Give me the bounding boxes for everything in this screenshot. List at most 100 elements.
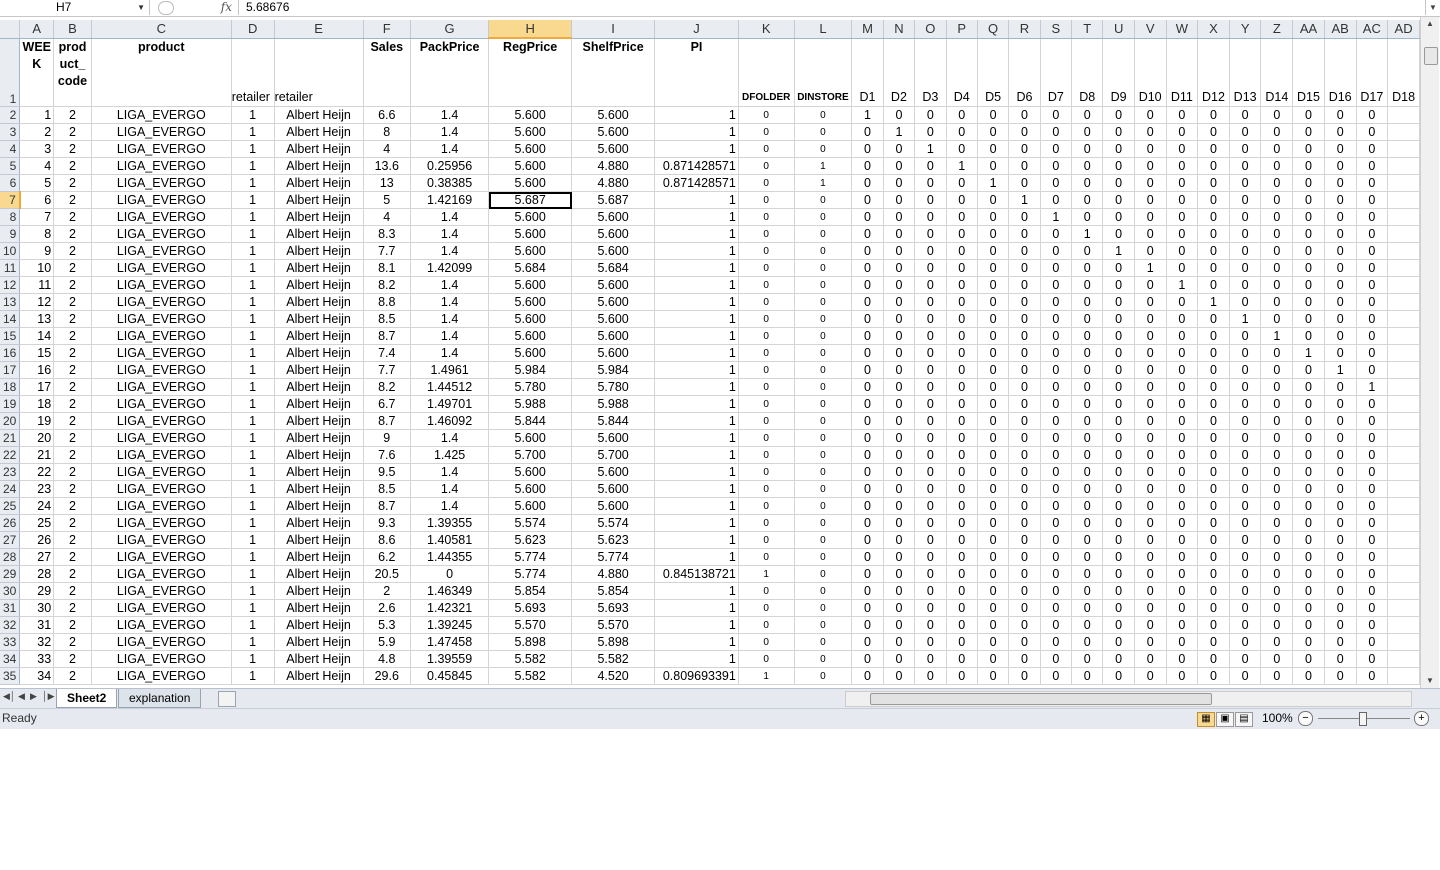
header-dummy[interactable]: D4 [946, 38, 978, 107]
cell-week[interactable]: 7 [19, 208, 55, 226]
cell-retailer-code[interactable]: 1 [231, 565, 275, 583]
cell-dummy[interactable]: 0 [1324, 565, 1357, 583]
cell-week[interactable]: 21 [19, 446, 55, 464]
cell-dummy[interactable]: 0 [1166, 429, 1199, 447]
cell-dummy[interactable]: 0 [977, 378, 1010, 396]
zoom-slider-thumb[interactable] [1359, 712, 1367, 726]
cell-dummy[interactable]: 0 [1008, 208, 1041, 226]
cell-retailer[interactable]: Albert Heijn [274, 650, 364, 668]
cell-dummy[interactable]: 0 [1134, 616, 1167, 634]
vertical-scroll-thumb[interactable] [1424, 47, 1438, 65]
cell-dummy[interactable]: 0 [851, 531, 884, 549]
cell-dummy[interactable]: 0 [977, 480, 1010, 498]
cell-dummy[interactable]: 0 [946, 650, 978, 668]
cell-dfolder[interactable]: 0 [738, 327, 795, 345]
cell-regprice[interactable]: 5.600 [488, 293, 573, 311]
cell-shelfprice[interactable]: 5.600 [571, 123, 656, 141]
cell-product-code[interactable]: 2 [53, 259, 92, 277]
cell-dummy[interactable]: 0 [851, 446, 884, 464]
cell-dummy[interactable]: 0 [1260, 582, 1294, 600]
cell-product-code[interactable]: 2 [53, 293, 92, 311]
cell-product[interactable]: LIGA_EVERGO [91, 667, 232, 685]
cell-dummy[interactable]: 1 [1008, 191, 1041, 209]
cell-dinstore[interactable]: 0 [794, 531, 853, 549]
cell-dinstore[interactable]: 0 [794, 429, 853, 447]
cell-dummy[interactable]: 0 [1040, 616, 1073, 634]
cell-product-code[interactable]: 2 [53, 361, 92, 379]
cell-dummy[interactable]: 0 [1260, 395, 1294, 413]
cell-dummy[interactable]: 0 [1008, 395, 1041, 413]
cell-regprice[interactable]: 5.600 [488, 327, 573, 345]
cell-product-code[interactable]: 2 [53, 446, 92, 464]
cell-dummy[interactable]: 0 [977, 650, 1010, 668]
cell-dummy[interactable]: 0 [1197, 599, 1230, 617]
cell-week[interactable]: 12 [19, 293, 55, 311]
cell-product[interactable]: LIGA_EVERGO [91, 191, 232, 209]
cell-dummy[interactable]: 0 [1134, 174, 1167, 192]
cell-dummy[interactable]: 0 [1292, 395, 1325, 413]
cell-product-code[interactable]: 2 [53, 497, 92, 515]
cell-shelfprice[interactable]: 4.520 [571, 667, 656, 685]
column-header[interactable]: H [488, 20, 573, 39]
cell-dummy[interactable]: 0 [977, 463, 1010, 481]
cell-dummy[interactable]: 0 [1356, 276, 1389, 294]
cell-dummy[interactable]: 0 [1356, 361, 1389, 379]
cell-dummy[interactable]: 0 [1324, 446, 1357, 464]
cell-retailer-code[interactable]: 1 [231, 412, 275, 430]
cell-product-code[interactable]: 2 [53, 140, 92, 158]
cell-dummy[interactable] [1387, 531, 1420, 549]
cell-dinstore[interactable]: 0 [794, 310, 853, 328]
cell-dummy[interactable]: 0 [1260, 565, 1294, 583]
cell-sales[interactable]: 2.6 [363, 599, 411, 617]
cell-dummy[interactable]: 0 [1008, 616, 1041, 634]
cell-product-code[interactable]: 2 [53, 191, 92, 209]
cell-dummy[interactable]: 0 [1356, 412, 1389, 430]
row-header[interactable]: 11 [0, 259, 21, 277]
cell-product-code[interactable]: 2 [53, 242, 92, 260]
cell-dummy[interactable]: 0 [1134, 276, 1167, 294]
cell-dummy[interactable]: 0 [946, 276, 978, 294]
cell-dummy[interactable]: 0 [1040, 565, 1073, 583]
cell-packprice[interactable]: 0.25956 [410, 157, 490, 175]
cell-dummy[interactable] [1387, 429, 1420, 447]
cell-dummy[interactable]: 0 [1229, 582, 1262, 600]
cell-dummy[interactable]: 0 [1356, 582, 1389, 600]
cell-retailer[interactable]: Albert Heijn [274, 514, 364, 532]
cell-dummy[interactable]: 0 [1197, 276, 1230, 294]
scroll-up-icon[interactable]: ▲ [1421, 17, 1439, 31]
cell-pi[interactable]: 1 [654, 650, 739, 668]
cancel-entry-icon[interactable] [158, 1, 174, 15]
cell-dummy[interactable]: 0 [946, 208, 978, 226]
expand-formula-bar-icon[interactable]: ▼ [1425, 0, 1440, 15]
cell-dummy[interactable]: 0 [1166, 242, 1199, 260]
cell-dummy[interactable]: 0 [1197, 514, 1230, 532]
cell-dummy[interactable]: 0 [977, 582, 1010, 600]
cell-dummy[interactable]: 0 [1229, 191, 1262, 209]
cell-dummy[interactable]: 0 [1166, 378, 1199, 396]
header-dummy[interactable]: D10 [1134, 38, 1167, 107]
cell-regprice[interactable]: 5.984 [488, 361, 573, 379]
cell-dummy[interactable]: 0 [1008, 242, 1041, 260]
row-header[interactable]: 3 [0, 123, 21, 141]
cell-dummy[interactable]: 0 [883, 140, 916, 158]
cell-dummy[interactable] [1387, 123, 1420, 141]
cell-dummy[interactable]: 0 [946, 174, 978, 192]
row-header[interactable]: 15 [0, 327, 21, 345]
cell-dummy[interactable]: 0 [946, 191, 978, 209]
cell-dummy[interactable]: 0 [1229, 497, 1262, 515]
cell-dummy[interactable]: 0 [883, 582, 916, 600]
cell-dummy[interactable]: 0 [1008, 259, 1041, 277]
cell-regprice[interactable]: 5.582 [488, 667, 573, 685]
cell-dummy[interactable]: 0 [1356, 650, 1389, 668]
cell-shelfprice[interactable]: 5.600 [571, 463, 656, 481]
cell-dummy[interactable]: 0 [946, 293, 978, 311]
cell-dummy[interactable]: 0 [1071, 497, 1104, 515]
cell-dinstore[interactable]: 0 [794, 225, 853, 243]
cell-shelfprice[interactable]: 5.844 [571, 412, 656, 430]
cell-shelfprice[interactable]: 4.880 [571, 157, 656, 175]
cell-week[interactable]: 28 [19, 565, 55, 583]
cell-dummy[interactable]: 0 [1008, 293, 1041, 311]
cell-retailer[interactable]: Albert Heijn [274, 208, 364, 226]
cell-pi[interactable]: 1 [654, 463, 739, 481]
cell-dummy[interactable]: 0 [1197, 633, 1230, 651]
